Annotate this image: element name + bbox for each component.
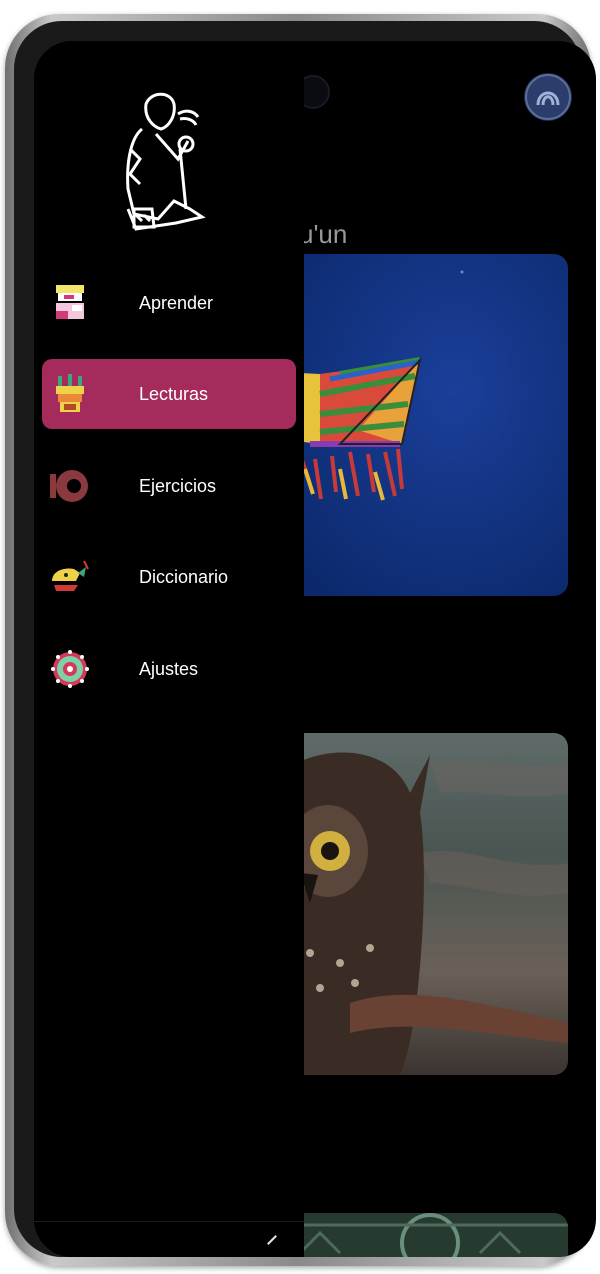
menu-item-ejercicios[interactable]: Ejercicios [42,451,296,521]
profile-icon[interactable] [524,73,572,121]
page-title-fragment: u'un [299,219,348,249]
diccionario-glyph-icon [50,557,90,597]
menu-item-label: Aprender [139,292,214,313]
owl-image [280,752,568,1075]
phone-bezel: u'un Aprender Lecturas Ejercicios Diccio… [14,21,596,1257]
drawer-divider [34,1221,304,1222]
menu-item-label: Diccionario [139,566,229,587]
edit-icon [267,1235,277,1245]
screen: u'un Aprender Lecturas Ejercicios Diccio… [34,41,596,1257]
menu-item-aprender[interactable]: Aprender [42,268,296,338]
menu-item-label: Lecturas [139,383,209,404]
ajustes-glyph-icon [50,649,90,689]
aprender-glyph-icon [50,283,90,323]
navigation-drawer: Aprender Lecturas Ejercicios Diccionario… [34,41,304,1257]
reading-card-owl[interactable] [280,733,568,1075]
kite-image [280,270,464,501]
reading-card-kite[interactable] [280,254,568,596]
lecturas-glyph-icon [50,374,90,414]
menu-item-label: Ejercicios [139,475,217,496]
ejercicios-glyph-icon [50,466,90,506]
menu-item-diccionario[interactable]: Diccionario [42,542,296,612]
menu-item-lecturas[interactable]: Lecturas [42,359,296,429]
menu-item-label: Ajustes [139,658,199,679]
app-logo [116,89,216,239]
phone-frame: u'un Aprender Lecturas Ejercicios Diccio… [5,14,596,1266]
menu-item-ajustes[interactable]: Ajustes [42,634,296,704]
pattern-image [280,1213,568,1257]
reading-card-pattern[interactable] [280,1213,568,1257]
